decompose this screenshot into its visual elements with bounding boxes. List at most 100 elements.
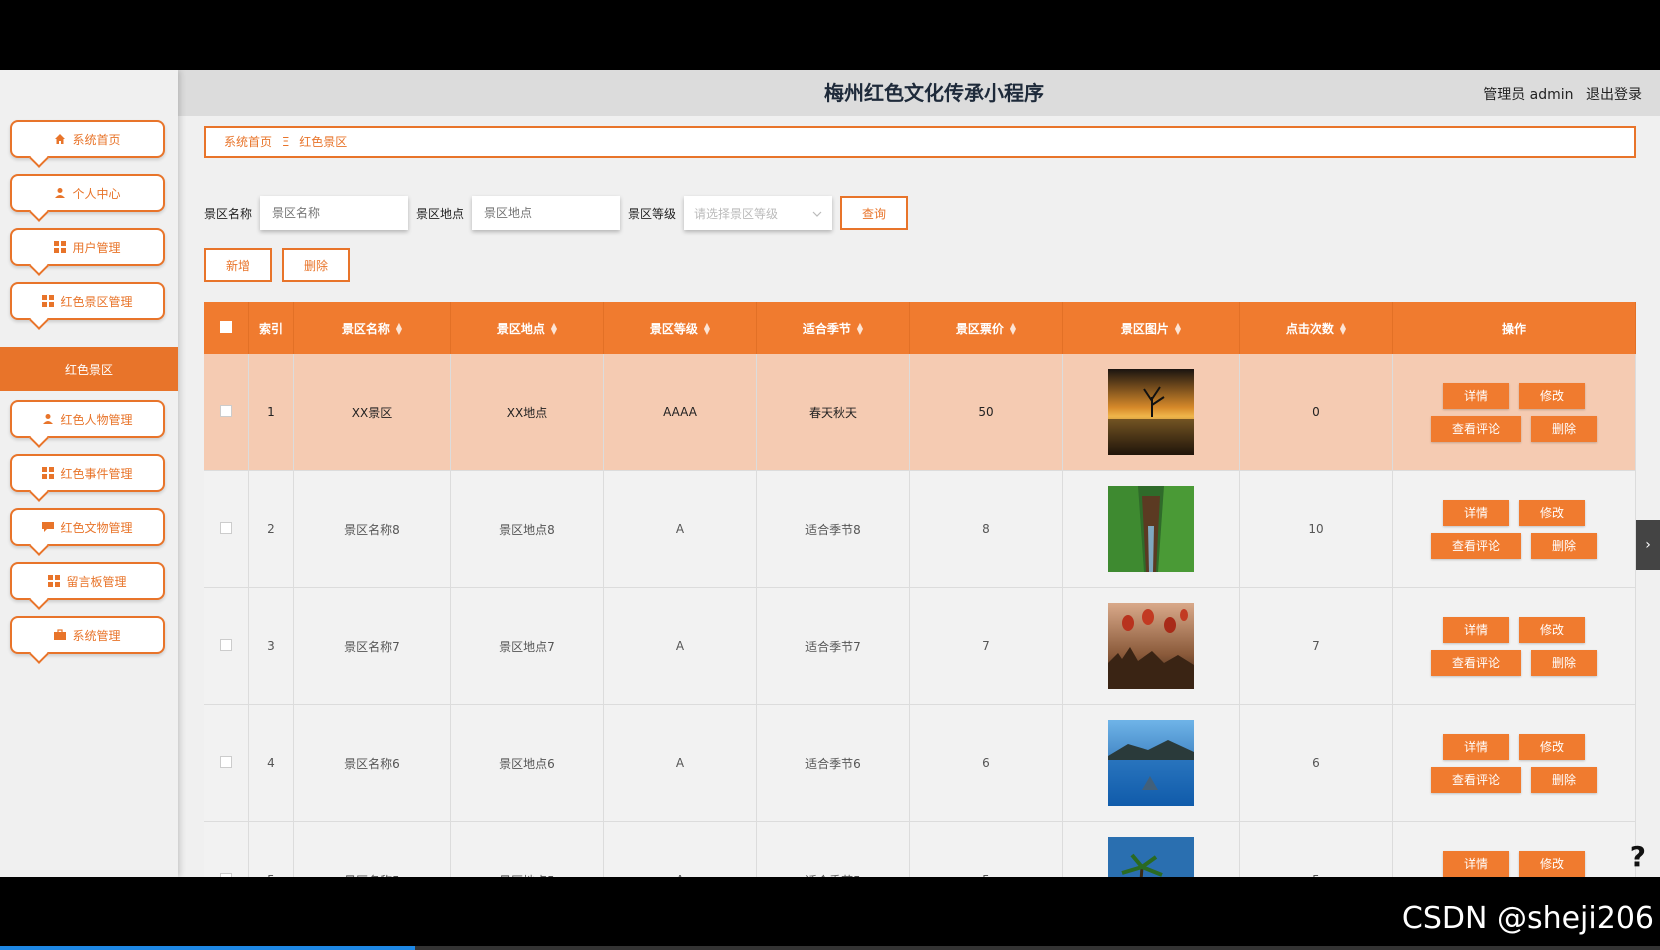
app-title: 梅州红色文化传承小程序 <box>824 81 1044 105</box>
batch-delete-button[interactable]: 删除 <box>282 248 350 282</box>
breadcrumb-home[interactable]: 系统首页 <box>224 135 272 149</box>
video-progress-bar[interactable] <box>0 946 1660 950</box>
detail-button[interactable]: 详情 <box>1443 733 1509 760</box>
query-button[interactable]: 查询 <box>840 196 909 230</box>
detail-button[interactable]: 详情 <box>1443 382 1509 409</box>
cell-season: 适合季节8 <box>756 470 910 588</box>
row-checkbox[interactable] <box>220 521 232 534</box>
watermark: CSDN @sheji206 <box>1401 901 1654 936</box>
scenic-image-blue-lake <box>1108 720 1194 806</box>
cell-index: 5 <box>248 821 294 877</box>
sidebar-item-home[interactable]: 系统首页 <box>10 120 165 158</box>
cell-level: A <box>603 587 757 705</box>
level-select[interactable]: 请选择景区等级 <box>684 196 833 230</box>
breadcrumb-current: 红色景区 <box>299 135 348 149</box>
table-row[interactable]: 1 XX景区 XX地点 AAAA 春天秋天 50 0 详情 修改 查看评论 删除 <box>204 354 1636 471</box>
help-icon[interactable]: ? <box>1630 840 1646 873</box>
cell-season: 适合季节6 <box>756 704 910 822</box>
sidebar-item-users[interactable]: 用户管理 <box>10 228 165 266</box>
cell-name: 景区名称5 <box>293 821 451 877</box>
add-button[interactable]: 新增 <box>204 248 272 282</box>
cell-level: A <box>603 704 757 822</box>
user-area: 管理员 admin 退出登录 <box>1475 84 1642 104</box>
chevron-down-icon <box>812 206 822 220</box>
cell-clicks: 0 <box>1239 354 1393 471</box>
col-level[interactable]: 景区等级 ▲ ▼ <box>603 302 757 354</box>
grid-icon <box>48 575 61 587</box>
delete-button[interactable]: 删除 <box>1531 649 1597 676</box>
edit-button[interactable]: 修改 <box>1519 850 1585 877</box>
sidebar-item-scenic[interactable]: 红色景区 <box>0 347 178 391</box>
col-name[interactable]: 景区名称 ▲ ▼ <box>293 302 451 354</box>
select-all-checkbox[interactable] <box>220 320 232 333</box>
sidebar-item-relics[interactable]: 红色文物管理 <box>10 508 165 546</box>
role-label: 管理员 admin <box>1483 87 1574 103</box>
sidebar-item-profile[interactable]: 个人中心 <box>10 174 165 212</box>
edit-button[interactable]: 修改 <box>1519 382 1585 409</box>
grid-icon <box>54 241 67 253</box>
sort-icon: ▲ ▼ <box>856 321 864 336</box>
chevron-right-icon[interactable]: › <box>1636 520 1660 570</box>
detail-button[interactable]: 详情 <box>1443 850 1509 877</box>
cell-season: 适合季节7 <box>756 587 910 705</box>
sidebar-item-events[interactable]: 红色事件管理 <box>10 454 165 492</box>
view-comments-button[interactable]: 查看评论 <box>1431 415 1521 442</box>
cell-index: 3 <box>248 587 294 705</box>
scenic-table: 索引 景区名称 ▲ ▼ 景区地点 ▲ ▼ 景区等级 ▲ ▼ 适合季节 ▲ ▼ 景区票价 ▲ ▼ 景区… <box>204 302 1636 877</box>
row-checkbox[interactable] <box>220 755 232 768</box>
sidebar-item-messages[interactable]: 留言板管理 <box>10 562 165 600</box>
cell-level: AAAA <box>603 354 757 471</box>
cell-price: 5 <box>909 821 1063 877</box>
col-price[interactable]: 景区票价 ▲ ▼ <box>909 302 1063 354</box>
delete-button[interactable]: 删除 <box>1531 415 1597 442</box>
location-input[interactable] <box>472 196 621 230</box>
logout-link[interactable]: 退出登录 <box>1586 87 1642 103</box>
sidebar-item-persons[interactable]: 红色人物管理 <box>10 400 165 438</box>
cell-index: 4 <box>248 704 294 822</box>
sort-icon: ▲ ▼ <box>703 321 711 336</box>
scenic-image-sunset-tree <box>1108 369 1194 455</box>
table-row[interactable]: 3 景区名称7 景区地点7 A 适合季节7 7 7 详情 修改 查看评论 删除 <box>204 587 1636 705</box>
view-comments-button[interactable]: 查看评论 <box>1431 766 1521 793</box>
search-form: 景区名称 景区地点 景区等级 请选择景区等级 查询 <box>204 196 909 230</box>
breadcrumb-separator: Ξ <box>281 135 290 149</box>
col-index: 索引 <box>248 302 294 354</box>
scenic-image-green-canyon <box>1108 486 1194 572</box>
row-checkbox[interactable] <box>220 872 232 877</box>
row-checkbox[interactable] <box>220 404 232 417</box>
detail-button[interactable]: 详情 <box>1443 616 1509 643</box>
select-all-cell <box>204 302 249 354</box>
sidebar: 系统首页 个人中心 用户管理 红色景区管理 红色景区 红色人物管理 红色事件管理… <box>0 70 178 877</box>
edit-button[interactable]: 修改 <box>1519 499 1585 526</box>
row-checkbox[interactable] <box>220 638 232 651</box>
edit-button[interactable]: 修改 <box>1519 616 1585 643</box>
view-comments-button[interactable]: 查看评论 <box>1431 649 1521 676</box>
col-season[interactable]: 适合季节 ▲ ▼ <box>756 302 910 354</box>
cell-location: 景区地点6 <box>450 704 604 822</box>
name-input[interactable] <box>260 196 409 230</box>
delete-button[interactable]: 删除 <box>1531 766 1597 793</box>
detail-button[interactable]: 详情 <box>1443 499 1509 526</box>
cell-index: 2 <box>248 470 294 588</box>
view-comments-button[interactable]: 查看评论 <box>1431 532 1521 559</box>
table-row[interactable]: 4 景区名称6 景区地点6 A 适合季节6 6 6 详情 修改 查看评论 删除 <box>204 704 1636 822</box>
table-row[interactable]: 2 景区名称8 景区地点8 A 适合季节8 8 10 详情 修改 查看评论 删除 <box>204 470 1636 588</box>
col-clicks[interactable]: 点击次数 ▲ ▼ <box>1239 302 1393 354</box>
edit-button[interactable]: 修改 <box>1519 733 1585 760</box>
cell-name: 景区名称8 <box>293 470 451 588</box>
cell-clicks: 5 <box>1239 821 1393 877</box>
delete-button[interactable]: 删除 <box>1531 532 1597 559</box>
level-label: 景区等级 <box>628 206 677 221</box>
cell-price: 50 <box>909 354 1063 471</box>
sidebar-item-system[interactable]: 系统管理 <box>10 616 165 654</box>
cell-clicks: 10 <box>1239 470 1393 588</box>
cell-season: 春天秋天 <box>756 354 910 471</box>
table-row[interactable]: 5 景区名称5 景区地点5 A 适合季节5 5 5 <box>204 821 1636 877</box>
col-location[interactable]: 景区地点 ▲ ▼ <box>450 302 604 354</box>
cell-location: 景区地点7 <box>450 587 604 705</box>
breadcrumb: 系统首页 Ξ 红色景区 <box>204 126 1636 158</box>
cell-clicks: 6 <box>1239 704 1393 822</box>
sidebar-item-scenic-manage[interactable]: 红色景区管理 <box>10 282 165 320</box>
col-image[interactable]: 景区图片 ▲ ▼ <box>1062 302 1240 354</box>
scenic-image-balloons <box>1108 603 1194 689</box>
